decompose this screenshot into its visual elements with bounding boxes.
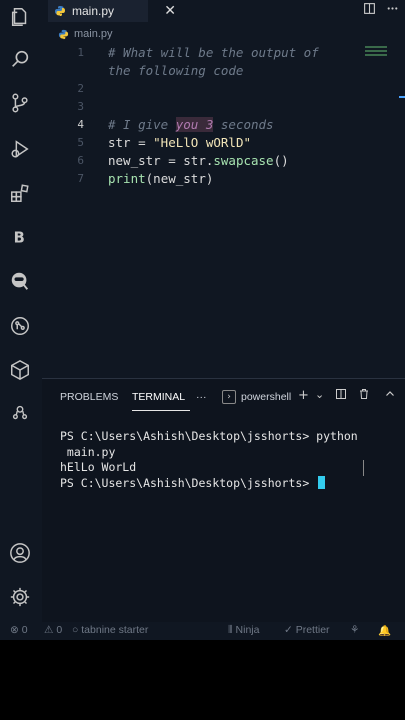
line-number: 2 [77,82,84,95]
ninja-icon[interactable] [7,268,33,294]
git-graph-icon[interactable] [7,313,33,339]
source-control-icon[interactable] [7,90,33,116]
terminal-output[interactable]: PS C:\Users\Ashish\Desktop\jsshorts> pyt… [60,429,400,491]
python-file-icon [58,29,69,39]
tab-close-icon[interactable]: ✕ [164,3,176,19]
mouse-ibeam-cursor [363,460,364,476]
feedback-icon[interactable]: ⚘ [350,624,359,636]
tab-actions [363,2,399,19]
warnings-indicator[interactable]: ⚠ 0 [44,624,62,636]
line-number: 1 [77,46,84,59]
extensions-icon[interactable] [7,180,33,206]
files-icon[interactable] [7,4,33,30]
breadcrumb-file: main.py [74,28,113,40]
code-statement: print(new_str) [108,171,214,186]
tab-main-py[interactable]: main.py ✕ [48,0,176,22]
ninja-status[interactable]: ⦀ Ninja [228,624,259,637]
split-editor-icon[interactable] [363,2,376,19]
tabnine-status[interactable]: ○ tabnine starter [72,624,148,636]
svg-text:B: B [14,230,25,247]
code-line: 7 print(new_str) [40,170,360,188]
terminal-line: PS C:\Users\Ashish\Desktop\jsshorts> pyt… [60,429,358,443]
code-statement: str = "HeLlO wORlD" [108,135,251,150]
editor-tab-strip: main.py ✕ [40,0,405,22]
status-bar: ⊗ 0 ⚠ 0 ○ tabnine starter ⦀ Ninja ✓ Pret… [0,622,405,640]
line-number: 3 [77,100,84,113]
account-icon[interactable] [7,540,33,566]
terminal-prompt-line: PS C:\Users\Ashish\Desktop\jsshorts> [60,475,400,492]
new-terminal-button[interactable]: + [298,388,309,403]
run-debug-icon[interactable] [7,136,33,162]
code-comment: the following code [108,63,244,78]
tab-problems[interactable]: PROBLEMS [60,391,118,403]
code-line: 2 [40,80,360,98]
code-comment: # What will be the output of [108,45,319,60]
activity-bar: B [0,0,40,622]
code-line: the following code [40,62,360,80]
collapse-panel-icon[interactable] [384,388,396,404]
terminal-line: main.py [60,444,116,459]
cube-icon[interactable] [7,357,33,383]
line-number: 7 [77,172,84,185]
terminal-shell-icon: › [222,390,236,404]
terminal-cursor [318,475,326,489]
line-number: 4 [77,118,84,131]
line-number: 6 [77,154,84,167]
prettier-status[interactable]: ✓ Prettier [284,624,330,636]
breadcrumb[interactable]: main.py [58,26,113,42]
python-file-icon [55,6,65,16]
tab-label: main.py [72,4,115,18]
notifications-bell-icon[interactable]: 🔔 [378,624,391,637]
kill-terminal-icon[interactable] [358,388,370,404]
bottom-panel: PROBLEMS TERMINAL ··· › powershell + ⌄ P… [42,378,405,622]
docker-icon[interactable] [7,400,33,426]
more-actions-icon[interactable] [386,2,399,19]
code-line: 3 [40,98,360,116]
active-tab-indicator [132,410,190,411]
terminal-dropdown-icon[interactable]: ⌄ [315,388,324,401]
settings-gear-icon[interactable] [7,584,33,610]
errors-indicator[interactable]: ⊗ 0 [10,624,28,636]
line-number: 5 [77,136,84,149]
code-line: 5 str = "HeLlO wORlD" [40,134,360,152]
tab-terminal[interactable]: TERMINAL [132,391,185,403]
split-terminal-icon[interactable] [335,388,347,404]
minimap[interactable] [365,44,387,58]
code-editor[interactable]: 1 # What will be the output of the follo… [40,44,405,378]
shell-selector[interactable]: › powershell [222,388,291,406]
code-line-active: 4 # I give you 3 seconds [40,116,360,134]
vscode-window: B main.py ✕ main.py 1 # What will be the… [0,0,405,640]
panel-tabs: PROBLEMS TERMINAL ··· › powershell + ⌄ [42,379,405,415]
terminal-line: hElLo WorLd [60,460,137,475]
code-line: 1 # What will be the output of [40,44,360,62]
code-statement: new_str = str.swapcase() [108,153,289,168]
shell-label: powershell [241,391,292,403]
tab-more[interactable]: ··· [196,391,207,403]
search-icon[interactable] [7,46,33,72]
code-comment: # I give you 3 seconds [108,117,274,132]
scroll-indicator [399,96,405,98]
code-line: 6 new_str = str.swapcase() [40,152,360,170]
bootstrap-icon[interactable]: B [7,224,33,250]
